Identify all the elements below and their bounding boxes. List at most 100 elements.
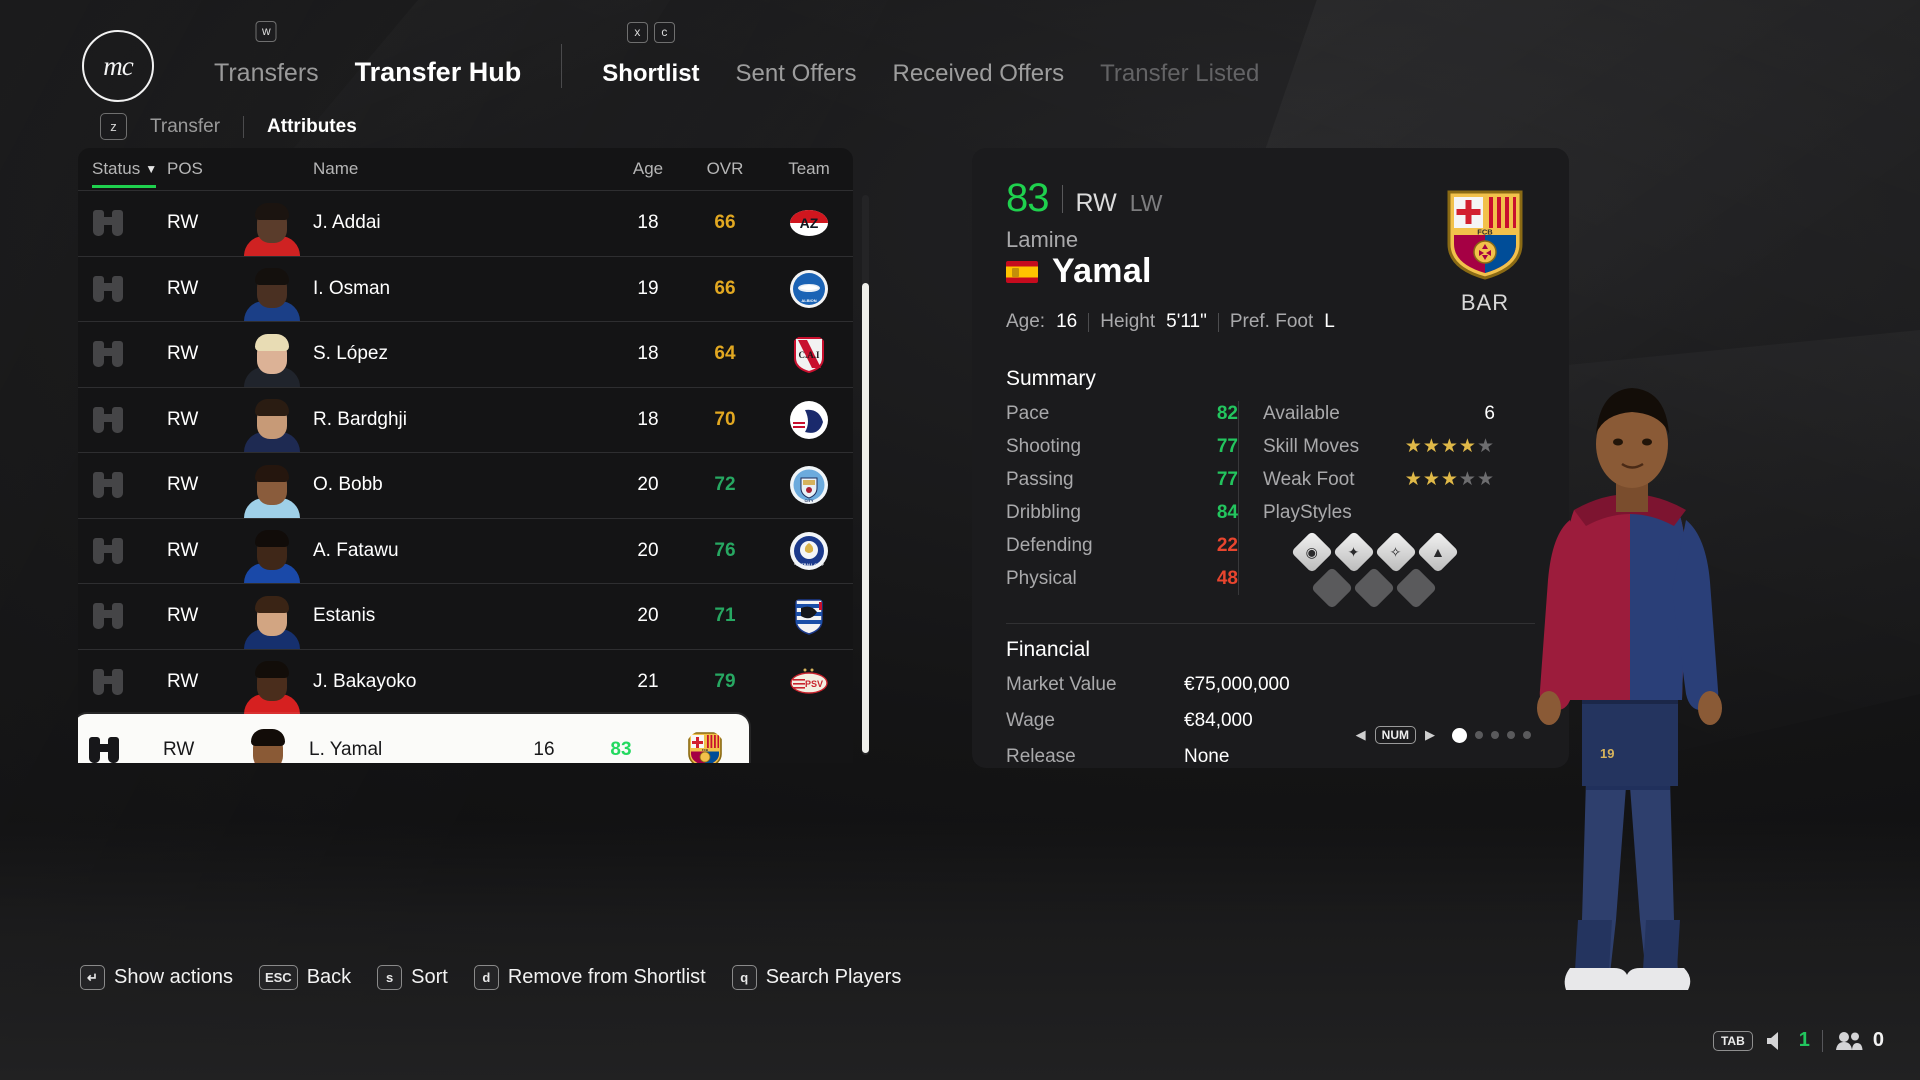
- table-row[interactable]: RW O. Bobb 20 72 CITY: [78, 452, 853, 518]
- status-cell: [92, 537, 167, 564]
- player-team-cell: PSV: [765, 662, 853, 702]
- financial-value: €84,000: [1184, 709, 1253, 731]
- binoculars-icon: [92, 275, 124, 302]
- table-row[interactable]: RW J. Addai 18 66 AZ: [78, 190, 853, 256]
- view-tab-transfer[interactable]: Transfer: [141, 116, 229, 138]
- action-search-players[interactable]: q Search Players: [731, 965, 902, 990]
- table-row[interactable]: RW J. Bakayoko 21 79 PSV: [78, 648, 853, 715]
- tab-shortlist[interactable]: x c Shortlist: [584, 22, 717, 88]
- financial-row: Market Value €75,000,000: [1006, 668, 1535, 701]
- tab-sent-offers-label: Sent Offers: [735, 60, 857, 87]
- table-row[interactable]: RW I. Osman 19 66 ALBION: [78, 255, 853, 322]
- sort-caret-icon: ▼: [145, 162, 158, 176]
- key-hint: ↵: [80, 965, 105, 990]
- rapid-icon: ▲: [1416, 530, 1460, 574]
- tab-received-offers-label: Received Offers: [892, 60, 1065, 87]
- nav-item-transfer-hub-label: Transfer Hub: [354, 57, 522, 87]
- player-team-cell: ALBION: [765, 269, 853, 309]
- player-last-name: Yamal: [1052, 252, 1152, 290]
- nav-item-transfer-hub[interactable]: Transfer Hub: [337, 57, 540, 88]
- action-label: Back: [306, 966, 352, 988]
- pager-prev-icon[interactable]: ◀: [1356, 727, 1366, 743]
- az-crest-icon: AZ: [789, 203, 829, 243]
- extras-column: Available 6 Skill Moves ★★★★★ Weak Foot …: [1263, 397, 1495, 610]
- player-face-icon: [241, 323, 303, 387]
- weak-foot-row: Weak Foot ★★★★★: [1263, 463, 1495, 496]
- column-header-status[interactable]: Status ▼: [92, 159, 167, 188]
- svg-text:19: 19: [1600, 746, 1614, 761]
- column-header-name[interactable]: Name: [241, 159, 611, 179]
- binoculars-icon: [92, 668, 124, 695]
- psv-crest-icon: PSV: [789, 662, 829, 702]
- table-header: Status ▼ POS Name Age OVR Team: [78, 148, 853, 190]
- binoculars-icon: [88, 736, 120, 763]
- player-age-cell: 19: [637, 277, 659, 299]
- attribute-label: Physical: [1006, 567, 1077, 589]
- playstyles-row: PlayStyles: [1263, 496, 1495, 529]
- age-value: 16: [1056, 311, 1078, 332]
- table-row[interactable]: RW R. Bardghji 18 70: [78, 386, 853, 453]
- player-team-cell: C.A.I: [765, 334, 853, 374]
- player-position-secondary: LW: [1129, 190, 1163, 216]
- pager-next-icon[interactable]: ▶: [1425, 727, 1435, 743]
- player-face-cell: [241, 191, 303, 256]
- tab-received-offers[interactable]: Received Offers: [875, 60, 1083, 88]
- financial-label: Market Value: [1006, 673, 1117, 695]
- key-hint-num: NUM: [1374, 726, 1416, 744]
- column-header-ovr[interactable]: OVR: [685, 159, 765, 179]
- key-hint: ESC: [258, 965, 298, 990]
- action-label: Search Players: [765, 966, 902, 988]
- table-row[interactable]: RW A. Fatawu 20 76 FOOTBALL CLUB: [78, 517, 853, 584]
- nav-item-transfers[interactable]: w Transfers: [196, 21, 337, 88]
- status-cell: [92, 210, 167, 237]
- tab-transfer-listed[interactable]: Transfer Listed: [1082, 60, 1277, 88]
- bio-divider: [1088, 312, 1090, 332]
- action-label: Show actions: [114, 966, 233, 988]
- player-team-cell: [765, 400, 853, 440]
- player-ovr-cell: 64: [714, 343, 736, 365]
- action-back[interactable]: ESC Back: [258, 965, 352, 990]
- status-cell: [92, 668, 167, 695]
- player-age-cell: 20: [637, 539, 659, 561]
- view-tab-attributes[interactable]: Attributes: [258, 116, 366, 138]
- tab-sent-offers[interactable]: Sent Offers: [718, 60, 875, 88]
- svg-text:FCB: FCB: [702, 748, 709, 752]
- player-ovr-cell: 71: [714, 605, 736, 627]
- attribute-row: Passing 77: [1006, 463, 1238, 496]
- column-header-age[interactable]: Age: [611, 159, 685, 179]
- player-ovr-cell: 66: [714, 212, 736, 234]
- playstyles-row-top: ◉ ✦ ✧ ▲: [1263, 530, 1495, 574]
- list-scrollbar-thumb[interactable]: [862, 283, 869, 753]
- player-name-cell: Estanis: [313, 605, 376, 627]
- action-sort[interactable]: s Sort: [377, 965, 448, 990]
- age-label: Age:: [1006, 311, 1046, 332]
- player-name-cell: A. Fatawu: [313, 539, 399, 561]
- list-scrollbar-track[interactable]: [862, 195, 869, 755]
- tab-shortlist-label: Shortlist: [602, 60, 700, 87]
- stats-divider: [1238, 401, 1239, 595]
- attribute-value: 77: [1216, 435, 1238, 457]
- table-row[interactable]: RW S. López 18 64 C.A.I: [78, 321, 853, 387]
- financial-title: Financial: [1006, 638, 1091, 661]
- view-tabs-divider: [243, 115, 245, 138]
- speaker-icon[interactable]: [1765, 1030, 1787, 1052]
- key-hints-tabs: x c: [626, 22, 675, 43]
- leicester-crest-icon: FOOTBALL CLUB: [789, 531, 829, 571]
- table-row[interactable]: RW Estanis 20 71: [78, 583, 853, 649]
- attribute-row: Shooting 77: [1006, 430, 1238, 463]
- action-show-actions[interactable]: ↵ Show actions: [80, 965, 233, 990]
- table-row-selected[interactable]: RW L. Yamal 16 83 FCB: [78, 714, 749, 763]
- player-ovr-cell: 66: [714, 277, 736, 299]
- column-header-team[interactable]: Team: [765, 159, 853, 179]
- column-header-pos[interactable]: POS: [167, 159, 241, 179]
- player-face-cell: [241, 256, 303, 322]
- view-tabs: z Transfer Attributes: [100, 113, 366, 140]
- attribute-label: Defending: [1006, 534, 1093, 556]
- action-remove-from-shortlist[interactable]: d Remove from Shortlist: [473, 965, 706, 990]
- position-cell: RW: [167, 605, 199, 627]
- people-icon[interactable]: [1835, 1031, 1863, 1051]
- position-cell: RW: [167, 670, 199, 692]
- club-logo-text: mc: [103, 50, 134, 81]
- pager-dot[interactable]: [1452, 727, 1467, 743]
- attribute-label: Pace: [1006, 402, 1050, 424]
